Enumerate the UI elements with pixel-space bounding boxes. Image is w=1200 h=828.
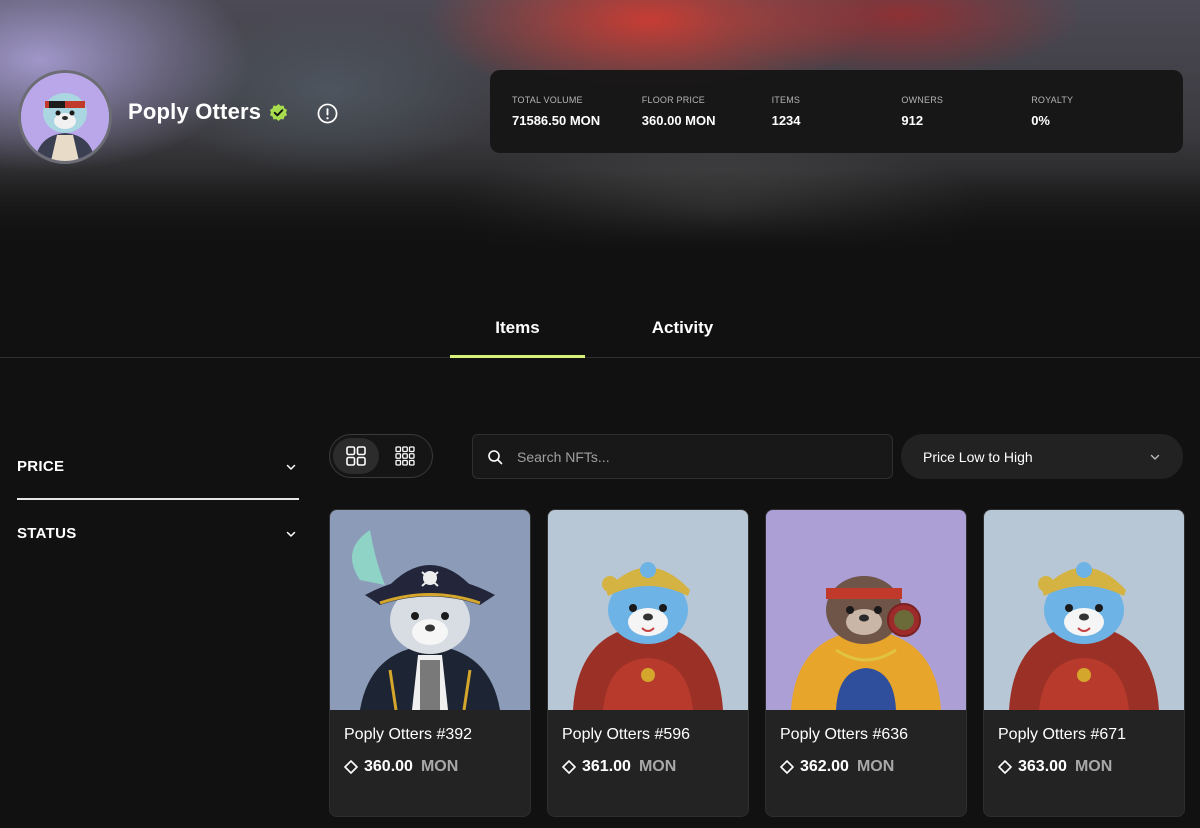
nft-price-value: 363.00 [1018,758,1067,775]
search-icon [488,449,503,464]
otter-avatar-image [21,73,109,161]
tab-items[interactable]: Items [450,318,585,358]
collection-tabs: Items Activity [0,290,1200,358]
nft-card-name: Poply Otters #671 [998,726,1127,743]
large-grid-icon [346,446,366,466]
nft-price-currency: MON [420,758,459,775]
mon-token-icon [562,760,576,774]
nft-card[interactable]: Poply Otters #596 361.00 MON [547,509,749,817]
stat-total-volume: TOTAL VOLUME 71586.50 MON [512,95,601,128]
large-grid-button[interactable] [333,438,379,474]
collection-title: Poply Otters [128,99,288,125]
nft-image-hoodie-otter [984,510,1184,710]
nft-grid: Poply Otters #392 360.00 MON Poply Otter… [329,509,1185,817]
mon-token-icon [998,760,1012,774]
nft-card-name: Poply Otters #636 [780,726,909,743]
nft-card[interactable]: Poply Otters #636 362.00 MON [765,509,967,817]
nft-card-price: 360.00 MON [330,744,530,776]
nft-price-value: 360.00 [364,758,413,775]
grid-view-toggle [329,434,433,478]
tab-activity[interactable]: Activity [615,318,750,338]
nft-card[interactable]: Poply Otters #392 360.00 MON [329,509,531,817]
small-grid-button[interactable] [382,438,428,474]
nft-card-price: 362.00 MON [766,744,966,776]
filter-price[interactable]: PRICE [17,434,299,500]
filter-price-label: PRICE [17,458,65,475]
chevron-down-icon [1150,454,1160,460]
stat-floor-price: FLOOR PRICE 360.00 MON [641,95,716,128]
stat-items: ITEMS 1234 [771,95,801,128]
nft-card[interactable]: Poply Otters #671 363.00 MON [983,509,1185,817]
collection-stats-panel: TOTAL VOLUME 71586.50 MON FLOOR PRICE 36… [490,70,1183,153]
nft-image-pirate-otter [330,510,530,710]
nft-price-currency: MON [1074,758,1113,775]
sort-selected-label: Price Low to High [923,448,1033,465]
nft-card-name: Poply Otters #392 [344,726,473,743]
nft-price-value: 362.00 [800,758,849,775]
nft-card-name: Poply Otters #596 [562,726,691,743]
nft-price-value: 361.00 [582,758,631,775]
nft-card-price: 361.00 MON [548,744,748,776]
nft-price-currency: MON [638,758,677,775]
nft-image-headband-otter [766,510,966,710]
filter-status-label: STATUS [17,525,77,542]
verified-badge-icon [270,103,288,121]
mon-token-icon [780,760,794,774]
nft-image-hoodie-otter [548,510,748,710]
nft-card-price: 363.00 MON [984,744,1184,776]
sort-dropdown[interactable]: Price Low to High [901,434,1183,479]
chevron-down-icon [286,464,296,470]
search-box [472,434,893,479]
nft-price-currency: MON [856,758,895,775]
filter-status[interactable]: STATUS [17,501,299,567]
info-icon[interactable] [317,103,338,124]
stat-royalty: ROYALTY 0% [1031,95,1074,128]
chevron-down-icon [286,531,296,537]
stat-owners: OWNERS 912 [901,95,944,128]
small-grid-icon [395,446,415,466]
search-input[interactable] [517,435,892,478]
collection-name: Poply Otters [128,99,262,124]
mon-token-icon [344,760,358,774]
collection-avatar [18,70,112,164]
